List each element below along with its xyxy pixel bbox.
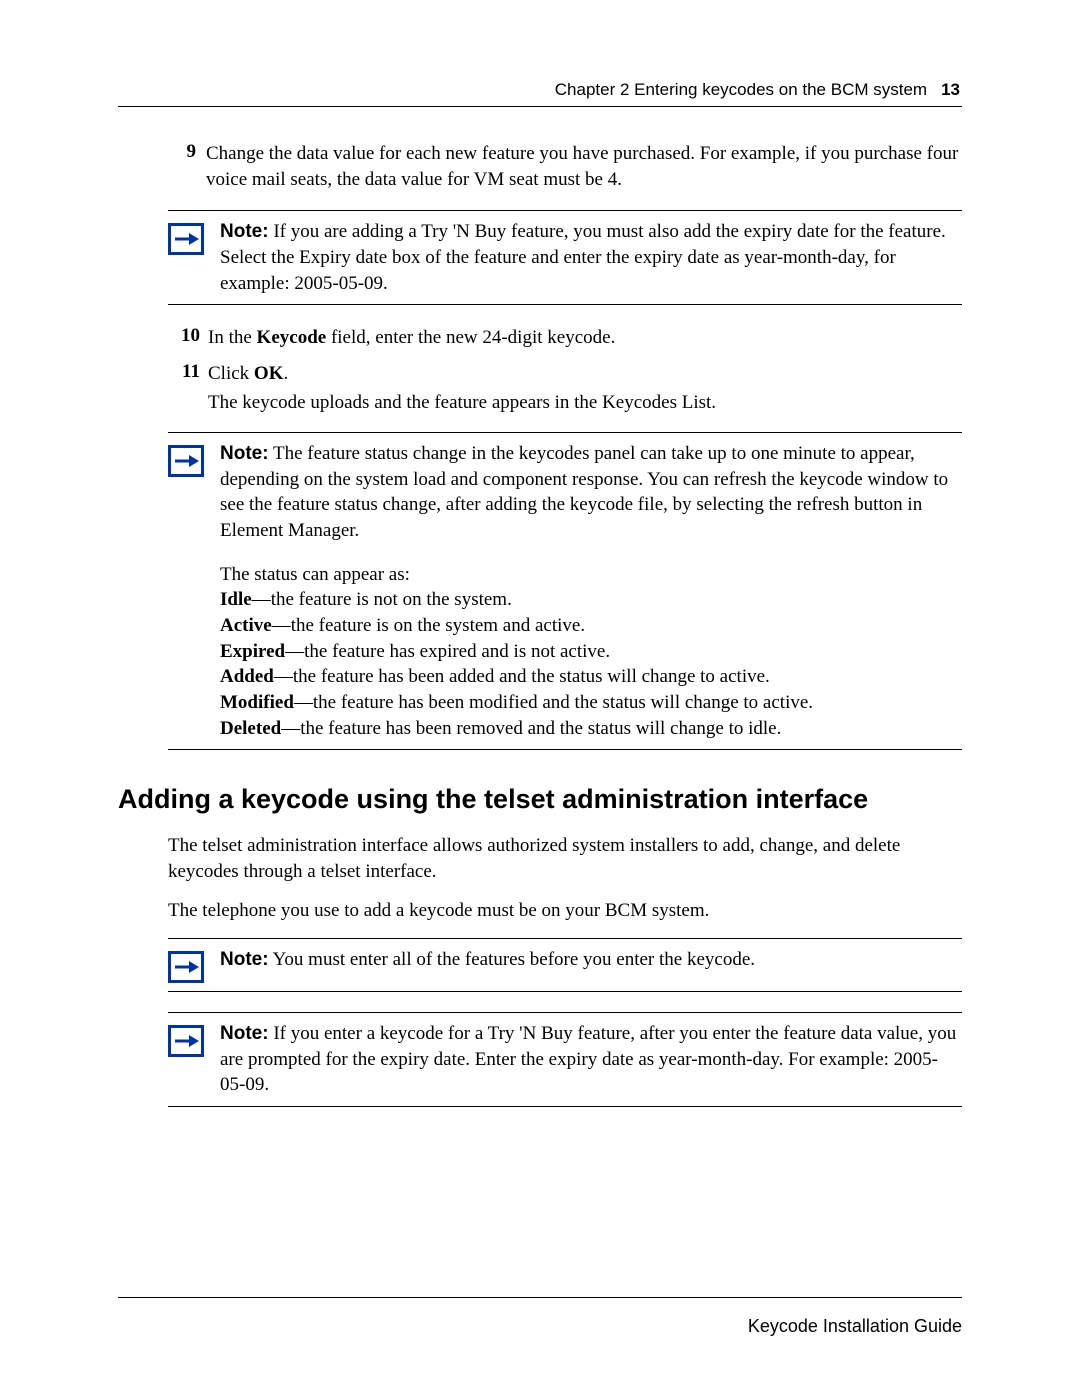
note-rule (168, 304, 962, 305)
status-item: Added—the feature has been added and the… (220, 664, 962, 690)
note-body: You must enter all of the features befor… (269, 949, 755, 970)
note-2: Note: The feature status change in the k… (168, 441, 962, 741)
page-number: 13 (941, 80, 960, 100)
note-text: Note: You must enter all of the features… (220, 947, 755, 973)
step-11: 11 Click OK. (168, 361, 962, 387)
note-label: Note: (220, 949, 269, 970)
step-text: In the Keycode field, enter the new 24-d… (208, 325, 615, 351)
status-item: Idle—the feature is not on the system. (220, 587, 962, 613)
status-list: The status can appear as: Idle—the featu… (220, 562, 962, 741)
status-intro: The status can appear as: (220, 562, 962, 588)
note-text: Note: If you enter a keycode for a Try '… (220, 1021, 962, 1098)
step-result: The keycode uploads and the feature appe… (208, 390, 962, 416)
note-body: If you are adding a Try 'N Buy feature, … (220, 221, 946, 293)
section-heading: Adding a keycode using the telset admini… (118, 784, 962, 815)
note-rule (168, 210, 962, 211)
step-number: 11 (168, 361, 200, 387)
note-rule (168, 938, 962, 939)
page-footer: Keycode Installation Guide (118, 1297, 962, 1337)
step-number: 9 (168, 141, 196, 192)
note-label: Note: (220, 443, 269, 464)
note-label: Note: (220, 221, 269, 242)
note-rule (168, 432, 962, 433)
note-text: Note: The feature status change in the k… (220, 441, 962, 544)
page-header: Chapter 2 Entering keycodes on the BCM s… (118, 80, 962, 100)
note-body: If you enter a keycode for a Try 'N Buy … (220, 1023, 956, 1095)
status-item: Expired—the feature has expired and is n… (220, 639, 962, 665)
arrow-right-icon (168, 445, 204, 477)
step-text: Change the data value for each new featu… (206, 141, 962, 192)
step-text: Click OK. (208, 361, 288, 387)
step-number: 10 (168, 325, 200, 351)
note-label: Note: (220, 1023, 269, 1044)
chapter-label: Chapter 2 Entering keycodes on the BCM s… (555, 80, 927, 100)
step-9: 9 Change the data value for each new fea… (168, 141, 962, 192)
step-10: 10 In the Keycode field, enter the new 2… (168, 325, 962, 351)
note-text: Note: If you are adding a Try 'N Buy fea… (220, 219, 962, 296)
note-rule (168, 749, 962, 750)
note-3: Note: You must enter all of the features… (168, 947, 962, 983)
footer-text: Keycode Installation Guide (118, 1316, 962, 1337)
note-rule (168, 1012, 962, 1013)
status-item: Deleted—the feature has been removed and… (220, 716, 962, 742)
note-4: Note: If you enter a keycode for a Try '… (168, 1021, 962, 1098)
arrow-right-icon (168, 223, 204, 255)
status-item: Active—the feature is on the system and … (220, 613, 962, 639)
note-rule (168, 991, 962, 992)
note-1: Note: If you are adding a Try 'N Buy fea… (168, 219, 962, 296)
note-body: The feature status change in the keycode… (220, 443, 948, 541)
header-rule (118, 106, 962, 107)
arrow-right-icon (168, 1025, 204, 1057)
arrow-right-icon (168, 951, 204, 983)
footer-rule (118, 1297, 962, 1298)
status-item: Modified—the feature has been modified a… (220, 690, 962, 716)
body-paragraph: The telephone you use to add a keycode m… (168, 898, 962, 924)
body-paragraph: The telset administration interface allo… (168, 833, 962, 884)
note-rule (168, 1106, 962, 1107)
